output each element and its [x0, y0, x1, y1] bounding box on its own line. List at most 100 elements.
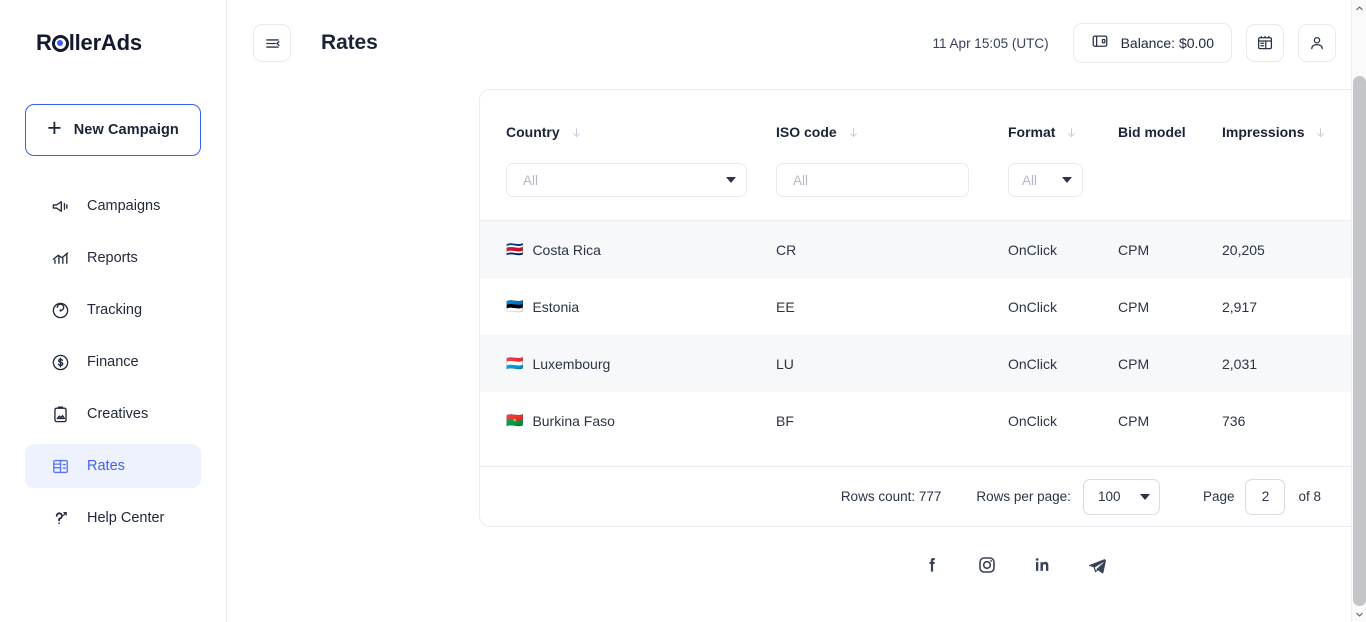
- cell-bid-model: CPM: [1118, 412, 1150, 429]
- format-filter-select[interactable]: All: [1008, 163, 1083, 197]
- cell-iso-code: CR: [776, 241, 797, 258]
- chevron-down-icon: [726, 177, 736, 183]
- page-label: Page: [1202, 489, 1235, 504]
- sidebar-item-label: Tracking: [87, 302, 143, 318]
- main-content: Rates 11 Apr 15:05 (UTC) Balance: $0.00: [227, 0, 1366, 622]
- sidebar-item-tracking[interactable]: Tracking: [25, 288, 201, 332]
- topbar-actions: 11 Apr 15:05 (UTC) Balance: $0.00: [933, 23, 1336, 63]
- linkedin-icon[interactable]: [1029, 552, 1055, 578]
- rows-per-page-select[interactable]: 100: [1082, 478, 1160, 515]
- image-clipboard-icon: [51, 405, 70, 424]
- chevron-down-icon: [1062, 177, 1072, 183]
- iso-code-filter-input[interactable]: [776, 163, 969, 197]
- filter-iso-code[interactable]: [776, 163, 969, 197]
- pagination-bar: Rows count: 777 Rows per page: 100 Page …: [480, 466, 1366, 526]
- country-name: Luxembourg: [532, 355, 611, 372]
- table-row[interactable]: 🇱🇺 Luxembourg LU OnClick CPM 2,031 0 0.1…: [480, 335, 1366, 392]
- cell-country: 🇧🇫 Burkina Faso: [506, 392, 615, 449]
- chevron-down-icon: [1139, 493, 1150, 500]
- news-board-icon[interactable]: [1246, 24, 1284, 62]
- table-body: 🇨🇷 Costa Rica CR OnClick CPM 20,205 0 0.…: [480, 221, 1366, 468]
- logo-target-icon: [51, 34, 69, 52]
- user-icon[interactable]: [1298, 24, 1336, 62]
- country-name: Costa Rica: [532, 241, 601, 258]
- country-name: Burkina Faso: [532, 412, 615, 429]
- sidebar-item-help-center[interactable]: Help Center: [25, 496, 201, 540]
- sidebar-item-label: Campaigns: [87, 198, 161, 214]
- country-name: Estonia: [532, 298, 580, 315]
- sort-arrow-icon[interactable]: [1314, 126, 1327, 139]
- app-root: RllerAds + New Campaign Campaigns Report…: [0, 0, 1366, 622]
- cell-format: OnClick: [1008, 412, 1058, 429]
- browser-scrollbar[interactable]: [1351, 0, 1366, 622]
- question-external-icon: [51, 509, 70, 528]
- table-row[interactable]: 🇧🇫 Burkina Faso BF OnClick CPM 736 0 0.1…: [480, 392, 1366, 449]
- cell-iso-code: EE: [776, 298, 795, 315]
- flag-icon: 🇧🇫: [506, 412, 524, 429]
- brand-logo-text: RllerAds: [36, 30, 142, 56]
- sidebar-item-rates[interactable]: Rates: [25, 444, 201, 488]
- sidebar-item-label: Reports: [87, 250, 138, 266]
- instagram-icon[interactable]: [974, 552, 1000, 578]
- total-pages-label: of 8: [1298, 489, 1321, 504]
- table-row[interactable]: 🇨🇷 Costa Rica CR OnClick CPM 20,205 0 0.…: [480, 221, 1366, 278]
- dollar-circle-icon: [51, 353, 70, 372]
- flag-icon: 🇨🇷: [506, 241, 524, 258]
- flag-icon: 🇪🇪: [506, 298, 524, 315]
- scroll-up-arrow-icon[interactable]: [1352, 0, 1366, 16]
- cell-format: OnClick: [1008, 355, 1058, 372]
- plus-icon: +: [47, 114, 62, 142]
- page-number-input[interactable]: [1245, 478, 1286, 515]
- cell-country: 🇱🇺 Luxembourg: [506, 335, 610, 392]
- utc-clock: 11 Apr 15:05 (UTC): [932, 35, 1049, 51]
- sidebar-item-label: Help Center: [87, 510, 165, 526]
- sort-arrow-icon[interactable]: [847, 126, 860, 139]
- table-header: Country ISO code Format Bid model Impres…: [480, 90, 1366, 221]
- new-campaign-button[interactable]: + New Campaign: [25, 104, 201, 156]
- cell-impressions: 2,031: [1222, 355, 1258, 372]
- column-header-iso-code[interactable]: ISO code: [776, 124, 860, 140]
- country-filter-placeholder: All: [523, 172, 539, 188]
- table-row[interactable]: 🇪🇪 Estonia EE OnClick CPM 2,917 0 0.12: [480, 278, 1366, 335]
- page-title: Rates: [321, 31, 378, 54]
- brand-name-suffix: llerAds: [68, 30, 142, 55]
- cell-iso-code: BF: [776, 412, 794, 429]
- sort-arrow-icon[interactable]: [570, 126, 583, 139]
- sidebar: RllerAds + New Campaign Campaigns Report…: [0, 0, 227, 622]
- cell-format: OnClick: [1008, 298, 1058, 315]
- social-links: [479, 552, 1366, 578]
- brand-name-prefix: R: [36, 30, 52, 55]
- filter-country[interactable]: All: [506, 163, 747, 197]
- sidebar-item-label: Creatives: [87, 406, 149, 422]
- cell-bid-model: CPM: [1118, 298, 1150, 315]
- column-header-country[interactable]: Country: [506, 124, 583, 140]
- balance-button[interactable]: Balance: $0.00: [1072, 23, 1232, 63]
- sidebar-item-creatives[interactable]: Creatives: [25, 392, 201, 436]
- browser-scrollbar-thumb[interactable]: [1353, 76, 1366, 606]
- topbar: Rates 11 Apr 15:05 (UTC) Balance: $0.00: [227, 0, 1366, 86]
- megaphone-icon: [51, 197, 70, 216]
- facebook-icon[interactable]: [919, 552, 945, 578]
- rows-count-label: Rows count: 777: [840, 489, 942, 504]
- sidebar-item-finance[interactable]: Finance: [25, 340, 201, 384]
- column-header-format[interactable]: Format: [1008, 124, 1078, 140]
- column-header-bid-model: Bid model: [1118, 124, 1186, 140]
- brand-logo[interactable]: RllerAds: [0, 0, 226, 86]
- sidebar-item-reports[interactable]: Reports: [25, 236, 201, 280]
- table-icon: [51, 457, 70, 476]
- sidebar-item-campaigns[interactable]: Campaigns: [25, 184, 201, 228]
- cell-iso-code: LU: [776, 355, 794, 372]
- telegram-icon[interactable]: [1084, 552, 1110, 578]
- sidebar-nav: Campaigns Reports Tracking Finance Creat…: [0, 184, 226, 540]
- new-campaign-label: New Campaign: [73, 122, 179, 138]
- column-header-impressions[interactable]: Impressions: [1222, 124, 1327, 140]
- cell-country: 🇨🇷 Costa Rica: [506, 221, 601, 278]
- cell-format: OnClick: [1008, 241, 1058, 258]
- country-filter-select[interactable]: All: [506, 163, 747, 197]
- filter-format[interactable]: All: [1008, 163, 1083, 197]
- sort-arrow-icon[interactable]: [1065, 126, 1078, 139]
- target-icon: [51, 301, 70, 320]
- collapse-menu-icon[interactable]: [253, 24, 291, 62]
- scroll-down-arrow-icon[interactable]: [1352, 606, 1366, 622]
- wallet-icon: [1091, 32, 1109, 55]
